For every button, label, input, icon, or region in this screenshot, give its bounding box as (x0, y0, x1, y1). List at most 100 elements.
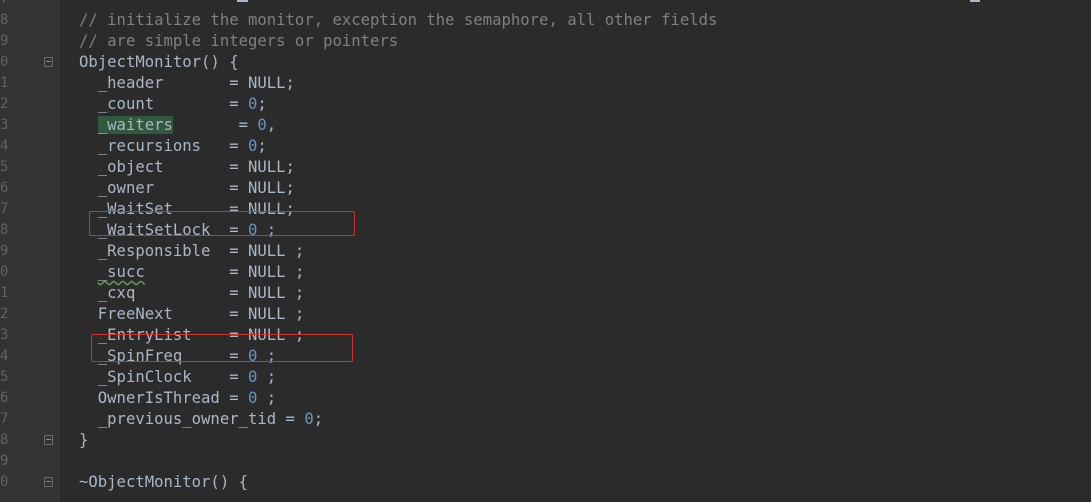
code-line[interactable]: 7 (0, 0, 1091, 10)
line-number: 7 (0, 409, 14, 430)
code-token: _cxq = NULL ; (79, 284, 305, 302)
line-number-text: 3 (0, 117, 9, 133)
line-number: 5 (0, 157, 14, 178)
code-text: FreeNext = NULL ; (79, 304, 305, 325)
code-line[interactable]: 2 FreeNext = NULL ; (0, 304, 1091, 325)
line-number: 1 (0, 73, 14, 94)
code-token: _owner = NULL; (79, 179, 295, 197)
code-text: _recursions = 0; (79, 136, 267, 157)
line-number: 0 (0, 472, 14, 493)
highlighted-identifier: _waiters (97, 116, 173, 134)
code-line[interactable]: 9 (0, 451, 1091, 472)
code-text: _object = NULL; (79, 157, 295, 178)
number-literal: 0 (257, 116, 267, 134)
code-comment: // initialize the monitor, exception the… (79, 11, 718, 29)
line-number: 9 (0, 31, 14, 52)
code-token: ; (257, 389, 277, 407)
code-line[interactable]: 6 OwnerIsThread = 0 ; (0, 388, 1091, 409)
code-token: ; (257, 137, 267, 155)
code-text: // are simple integers or pointers (79, 31, 398, 52)
line-number-text: 3 (0, 327, 9, 343)
code-line[interactable]: 0 ObjectMonitor() { (0, 52, 1091, 73)
line-number-text: 1 (0, 75, 9, 91)
fold-toggle-icon[interactable] (44, 435, 53, 445)
line-number: 2 (0, 304, 14, 325)
code-line[interactable]: 5 _SpinClock = 0 ; (0, 367, 1091, 388)
code-token: } (79, 431, 89, 449)
code-line[interactable]: 3 _waiters = 0, (0, 115, 1091, 136)
line-number-text: 9 (0, 243, 9, 259)
code-token: _Responsible = NULL ; (79, 242, 305, 260)
code-token: _count = (79, 95, 248, 113)
line-number-text: 7 (0, 0, 8, 7)
code-text: _owner = NULL; (79, 178, 295, 199)
line-number-text: 6 (0, 180, 9, 196)
code-line[interactable]: 7 _previous_owner_tid = 0; (0, 409, 1091, 430)
line-number: 7 (0, 199, 14, 220)
code-line[interactable]: 1 _cxq = NULL ; (0, 283, 1091, 304)
code-token: _recursions = (79, 137, 248, 155)
line-number-text: 5 (0, 159, 9, 175)
line-number-text: 8 (0, 432, 9, 448)
highlight-box-entrylist (91, 334, 353, 362)
code-line[interactable]: 0 _succ = NULL ; (0, 262, 1091, 283)
code-text: _previous_owner_tid = 0; (79, 409, 323, 430)
code-line[interactable]: 4 _recursions = 0; (0, 136, 1091, 157)
code-line[interactable]: 0 ~ObjectMonitor() { (0, 472, 1091, 493)
code-line[interactable]: 2 _count = 0; (0, 94, 1091, 115)
code-token: , (266, 116, 277, 134)
code-line[interactable]: 6 _owner = NULL; (0, 178, 1091, 199)
code-comment: // are simple integers or pointers (79, 32, 399, 50)
code-line[interactable]: 9 // are simple integers or pointers (0, 31, 1091, 52)
code-text: _waiters = 0, (79, 115, 276, 136)
warning-identifier: _succ (97, 263, 145, 281)
code-text: // initialize the monitor, exception the… (79, 10, 717, 31)
code-token: _previous_owner_tid = (79, 410, 305, 428)
code-line[interactable]: 5 _object = NULL; (0, 157, 1091, 178)
line-number: 0 (0, 52, 14, 73)
line-number-text: 9 (0, 33, 9, 49)
line-number: 5 (0, 367, 14, 388)
code-text: _cxq = NULL ; (79, 283, 305, 304)
line-number-text: 9 (0, 453, 9, 469)
line-number: 9 (0, 451, 14, 472)
code-editor[interactable]: 7 8 // initialize the monitor, exception t… (0, 0, 1091, 502)
code-line[interactable]: 1 _header = NULL; (0, 73, 1091, 94)
line-number: 6 (0, 178, 14, 199)
line-number: 8 (0, 430, 14, 451)
code-token: ; (257, 368, 277, 386)
number-literal: 0 (248, 137, 258, 155)
code-token: _SpinClock = (79, 368, 248, 386)
line-number: 4 (0, 136, 14, 157)
number-literal: 0 (248, 389, 258, 407)
number-literal: 0 (248, 95, 258, 113)
fold-toggle-icon[interactable] (44, 57, 53, 67)
line-number: 2 (0, 94, 14, 115)
code-token: FreeNext = NULL ; (79, 305, 305, 323)
code-text: OwnerIsThread = 0 ; (79, 388, 276, 409)
line-number: 3 (0, 325, 14, 346)
line-number-text: 7 (0, 201, 9, 217)
code-text: _SpinClock = 0 ; (79, 367, 276, 388)
code-lines[interactable]: 7 8 // initialize the monitor, exception t… (0, 0, 1091, 493)
code-line[interactable]: 8 // initialize the monitor, exception th… (0, 10, 1091, 31)
code-token: _header = NULL; (79, 74, 295, 92)
line-number-text: 1 (0, 285, 9, 301)
line-number: 6 (0, 388, 14, 409)
number-literal: 0 (304, 410, 314, 428)
code-text: _count = 0; (79, 94, 267, 115)
code-line[interactable]: 9 _Responsible = NULL ; (0, 241, 1091, 262)
code-token: = NULL ; (144, 263, 305, 281)
code-text: ObjectMonitor() { (79, 52, 239, 73)
number-literal: 0 (248, 368, 258, 386)
line-number: 7 (0, 0, 14, 10)
fold-toggle-icon[interactable] (44, 477, 53, 487)
code-token: = (172, 116, 258, 134)
code-line[interactable]: 8} (0, 430, 1091, 451)
code-text: _Responsible = NULL ; (79, 241, 305, 262)
line-number-text: 0 (0, 54, 9, 70)
code-text: _succ = NULL ; (79, 262, 305, 283)
line-number: 1 (0, 283, 14, 304)
